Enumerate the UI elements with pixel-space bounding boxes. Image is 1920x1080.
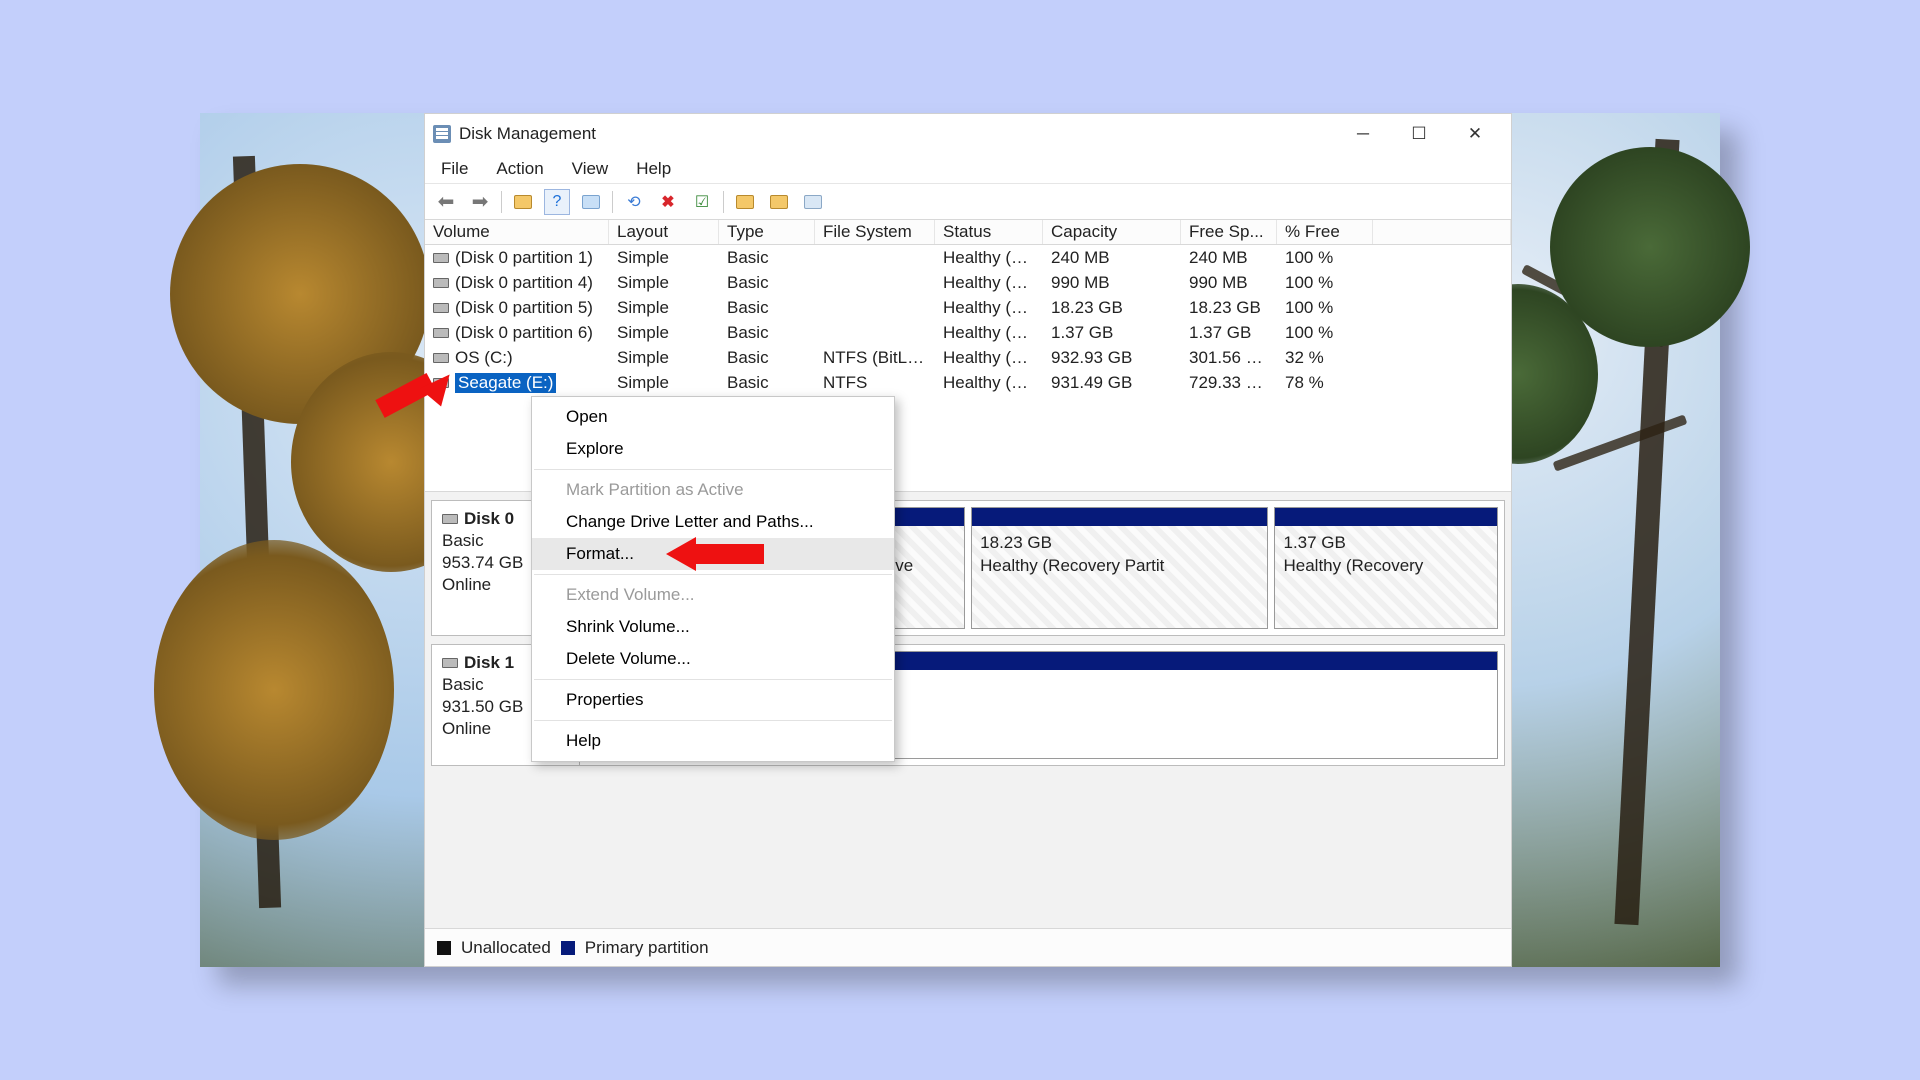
col-free[interactable]: Free Sp...	[1181, 220, 1277, 244]
ctx-mark-active: Mark Partition as Active	[532, 474, 894, 506]
minimize-button[interactable]: ─	[1335, 114, 1391, 154]
drive-icon	[433, 278, 449, 288]
partition[interactable]: 18.23 GBHealthy (Recovery Partit	[971, 507, 1268, 629]
legend-primary-swatch	[561, 941, 575, 955]
column-headers[interactable]: Volume Layout Type File System Status Ca…	[425, 220, 1511, 245]
col-pct[interactable]: % Free	[1277, 220, 1373, 244]
menu-action[interactable]: Action	[492, 157, 547, 181]
volume-row[interactable]: (Disk 0 partition 6)SimpleBasicHealthy (…	[425, 320, 1511, 345]
properties-button[interactable]	[578, 189, 604, 215]
legend: Unallocated Primary partition	[425, 928, 1511, 966]
ctx-separator	[534, 574, 892, 575]
explore-folder-button[interactable]	[766, 189, 792, 215]
drive-icon	[433, 328, 449, 338]
volume-row[interactable]: (Disk 0 partition 5)SimpleBasicHealthy (…	[425, 295, 1511, 320]
drive-icon	[433, 303, 449, 313]
drive-icon	[442, 514, 458, 524]
check-button[interactable]: ☑	[689, 189, 715, 215]
ctx-separator	[534, 720, 892, 721]
col-capacity[interactable]: Capacity	[1043, 220, 1181, 244]
menubar: File Action View Help	[425, 154, 1511, 184]
volume-row[interactable]: (Disk 0 partition 4)SimpleBasicHealthy (…	[425, 270, 1511, 295]
drive-icon	[433, 353, 449, 363]
close-button[interactable]: ✕	[1447, 114, 1503, 154]
col-layout[interactable]: Layout	[609, 220, 719, 244]
maximize-button[interactable]: ☐	[1391, 114, 1447, 154]
toolbar-separator	[501, 191, 502, 213]
ctx-separator	[534, 469, 892, 470]
ctx-shrink[interactable]: Shrink Volume...	[532, 611, 894, 643]
context-menu: Open Explore Mark Partition as Active Ch…	[531, 396, 895, 762]
toolbar: ⬅ ➡ ? ⟲ ✖ ☑	[425, 184, 1511, 220]
show-hide-console-button[interactable]	[510, 189, 536, 215]
menu-help[interactable]: Help	[632, 157, 675, 181]
volume-row[interactable]: OS (C:)SimpleBasicNTFS (BitLo...Healthy …	[425, 345, 1511, 370]
ctx-separator	[534, 679, 892, 680]
new-volume-button[interactable]	[732, 189, 758, 215]
legend-unallocated-label: Unallocated	[461, 938, 551, 958]
col-status[interactable]: Status	[935, 220, 1043, 244]
partition[interactable]: 1.37 GBHealthy (Recovery	[1274, 507, 1498, 629]
titlebar[interactable]: Disk Management ─ ☐ ✕	[425, 114, 1511, 154]
col-type[interactable]: Type	[719, 220, 815, 244]
window-title: Disk Management	[459, 124, 596, 144]
help-button[interactable]: ?	[544, 189, 570, 215]
delete-button[interactable]: ✖	[655, 189, 681, 215]
volume-row[interactable]: (Disk 0 partition 1)SimpleBasicHealthy (…	[425, 245, 1511, 270]
drive-icon	[433, 253, 449, 263]
legend-primary-label: Primary partition	[585, 938, 709, 958]
menu-view[interactable]: View	[568, 157, 613, 181]
ctx-delete[interactable]: Delete Volume...	[532, 643, 894, 675]
ctx-change-letter[interactable]: Change Drive Letter and Paths...	[532, 506, 894, 538]
nav-forward-button[interactable]: ➡	[467, 189, 493, 215]
app-icon	[433, 125, 451, 143]
refresh-button[interactable]: ⟲	[621, 189, 647, 215]
legend-unallocated-swatch	[437, 941, 451, 955]
menu-file[interactable]: File	[437, 157, 472, 181]
volume-row[interactable]: Seagate (E:)SimpleBasicNTFSHealthy (B...…	[425, 370, 1511, 395]
ctx-extend: Extend Volume...	[532, 579, 894, 611]
toolbar-separator	[612, 191, 613, 213]
ctx-properties[interactable]: Properties	[532, 684, 894, 716]
ctx-explore[interactable]: Explore	[532, 433, 894, 465]
nav-back-button[interactable]: ⬅	[433, 189, 459, 215]
toolbar-separator	[723, 191, 724, 213]
col-filesystem[interactable]: File System	[815, 220, 935, 244]
ctx-help[interactable]: Help	[532, 725, 894, 757]
drive-icon	[442, 658, 458, 668]
col-volume[interactable]: Volume	[425, 220, 609, 244]
ctx-open[interactable]: Open	[532, 401, 894, 433]
list-button[interactable]	[800, 189, 826, 215]
